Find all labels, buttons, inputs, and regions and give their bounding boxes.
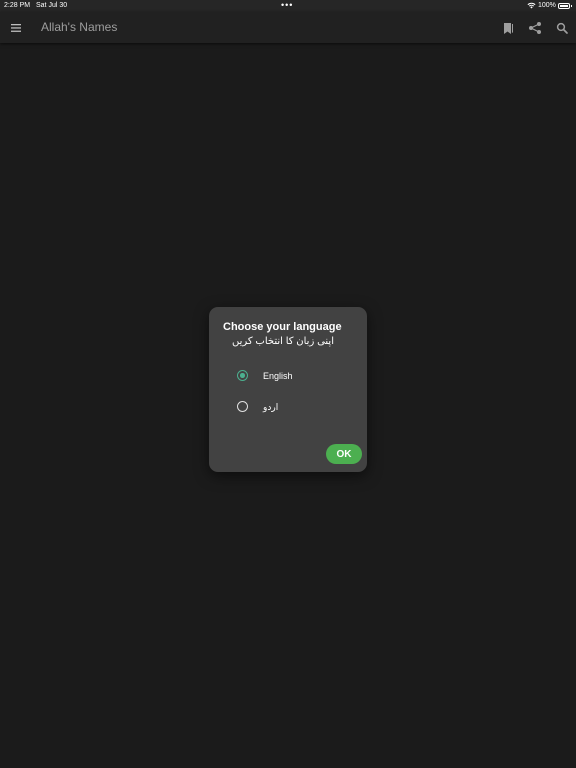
language-option-urdu[interactable]: اردو: [229, 395, 349, 419]
option-label: اردو: [263, 402, 279, 412]
bookmark-icon[interactable]: [499, 18, 517, 38]
radio-unselected-icon[interactable]: [237, 401, 248, 412]
dialog-title: Choose your language: [223, 321, 342, 333]
ok-button[interactable]: OK: [326, 444, 362, 464]
app-title: Allah's Names: [41, 20, 118, 34]
option-label: English: [263, 371, 293, 381]
app-bar: Allah's Names: [0, 12, 576, 43]
search-icon[interactable]: [553, 18, 571, 38]
battery-icon: [558, 2, 572, 9]
language-option-english[interactable]: English: [229, 364, 349, 388]
status-bar: 2:28 PM Sat Jul 30 ••• 100%: [0, 0, 576, 12]
menu-icon[interactable]: [6, 18, 26, 38]
battery-percent: 100%: [538, 2, 556, 9]
battery-fill: [560, 4, 568, 7]
radio-selected-icon[interactable]: [237, 370, 248, 381]
language-dialog: Choose your language اپنی زبان کا انتخاب…: [209, 307, 367, 472]
wifi-icon: [527, 2, 536, 9]
multitasking-dots[interactable]: •••: [281, 1, 293, 10]
status-date: Sat Jul 30: [36, 2, 68, 9]
dialog-subtitle-urdu: اپنی زبان کا انتخاب کریں: [231, 336, 334, 347]
share-icon[interactable]: [526, 18, 544, 38]
status-time: 2:28 PM: [4, 2, 31, 9]
